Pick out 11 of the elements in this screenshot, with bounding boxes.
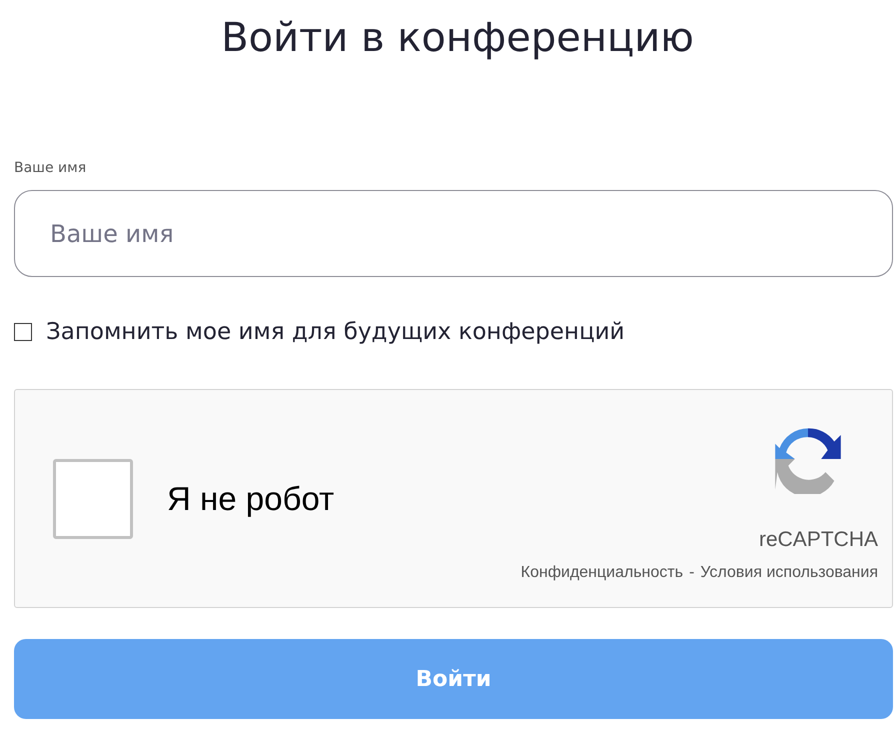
recaptcha-label: reCAPTCHA — [758, 528, 878, 552]
remember-label[interactable]: Запомнить мое имя для будущих конференций — [46, 319, 625, 345]
field-label: Ваше имя — [14, 160, 88, 176]
terms-link[interactable]: Условия использования — [700, 564, 878, 582]
privacy-link[interactable]: Конфиденциальность — [520, 564, 684, 582]
remember-checkbox[interactable] — [14, 323, 32, 341]
captcha-checkbox[interactable] — [53, 458, 133, 538]
captcha-label: Я не робот — [167, 480, 336, 518]
page-title: Войти в конференцию — [220, 14, 695, 63]
link-separator: - — [689, 564, 694, 582]
name-input-field[interactable]: Ваше имя — [14, 190, 893, 277]
